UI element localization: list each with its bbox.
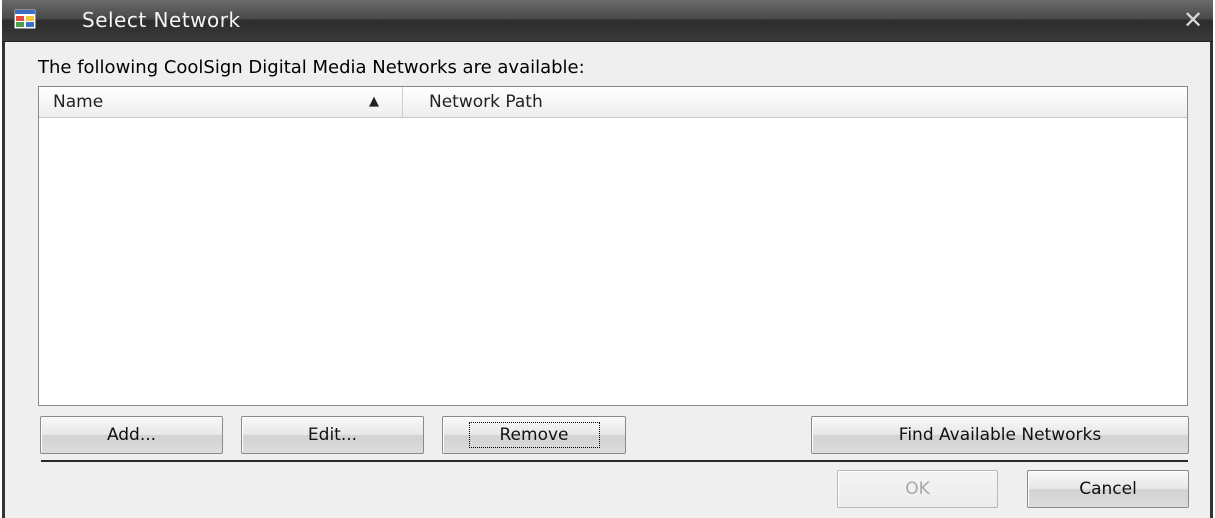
networks-prompt: The following CoolSign Digital Media Net… xyxy=(38,57,585,78)
edit-button[interactable]: Edit... xyxy=(241,416,424,454)
window-title: Select Network xyxy=(82,8,241,32)
cancel-button[interactable]: Cancel xyxy=(1027,470,1189,508)
column-header-name[interactable]: Name ▲ xyxy=(39,87,403,117)
column-header-network-path[interactable]: Network Path xyxy=(403,87,1189,117)
remove-button-label: Remove xyxy=(468,422,600,448)
add-button-label: Add... xyxy=(106,425,157,445)
title-bar[interactable]: Select Network ✕ xyxy=(2,0,1213,42)
edit-button-label: Edit... xyxy=(307,425,358,445)
networks-list[interactable]: Name ▲ Network Path xyxy=(38,86,1188,406)
column-header-network-path-label: Network Path xyxy=(429,92,543,112)
sort-ascending-icon: ▲ xyxy=(369,94,379,109)
remove-button[interactable]: Remove xyxy=(442,416,626,454)
ok-button-label: OK xyxy=(905,479,930,499)
select-network-dialog: Select Network ✕ The following CoolSign … xyxy=(2,0,1213,518)
separator-line xyxy=(41,460,1188,462)
close-icon[interactable]: ✕ xyxy=(1181,8,1205,32)
cancel-button-label: Cancel xyxy=(1079,479,1137,499)
find-available-networks-button-label: Find Available Networks xyxy=(898,425,1102,445)
ok-button[interactable]: OK xyxy=(837,470,998,508)
app-window-icon xyxy=(14,9,36,29)
column-header-name-label: Name xyxy=(53,92,104,112)
find-available-networks-button[interactable]: Find Available Networks xyxy=(811,416,1189,454)
list-header: Name ▲ Network Path xyxy=(39,87,1187,118)
add-button[interactable]: Add... xyxy=(40,416,223,454)
